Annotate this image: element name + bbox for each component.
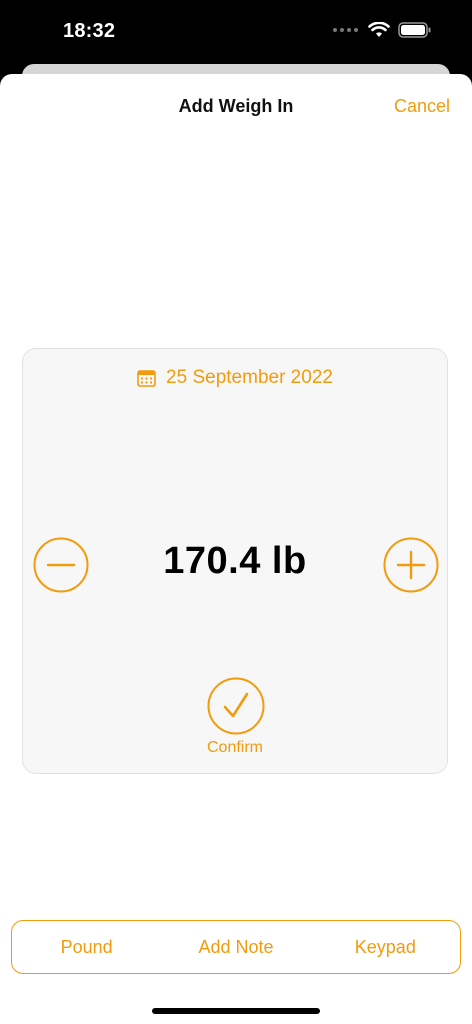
increase-weight-button[interactable] [383, 537, 439, 593]
pound-unit-button[interactable]: Pound [12, 937, 161, 958]
date-picker-button[interactable]: 25 September 2022 [23, 367, 447, 389]
status-bar: 18:32 [0, 0, 472, 64]
cellular-dots-icon [333, 28, 358, 32]
add-weigh-in-sheet: Add Weigh In Cancel 25 September 2022 17… [0, 74, 472, 1024]
battery-icon [398, 22, 431, 38]
cancel-button[interactable]: Cancel [394, 96, 450, 117]
calendar-icon [137, 370, 156, 387]
plus-icon [396, 550, 426, 580]
confirm-label: Confirm [206, 739, 263, 756]
add-note-button[interactable]: Add Note [161, 937, 310, 958]
weigh-in-card: 25 September 2022 170.4 lb Confirm [22, 348, 448, 774]
keypad-button[interactable]: Keypad [311, 937, 460, 958]
status-time: 18:32 [63, 20, 116, 42]
bottom-action-bar: Pound Add Note Keypad [11, 920, 461, 974]
checkmark-icon [223, 692, 249, 718]
selected-date: 25 September 2022 [166, 367, 333, 388]
wifi-icon [368, 22, 390, 37]
status-icons [333, 22, 432, 38]
home-indicator[interactable] [152, 1008, 320, 1014]
confirm-button[interactable] [207, 677, 265, 735]
